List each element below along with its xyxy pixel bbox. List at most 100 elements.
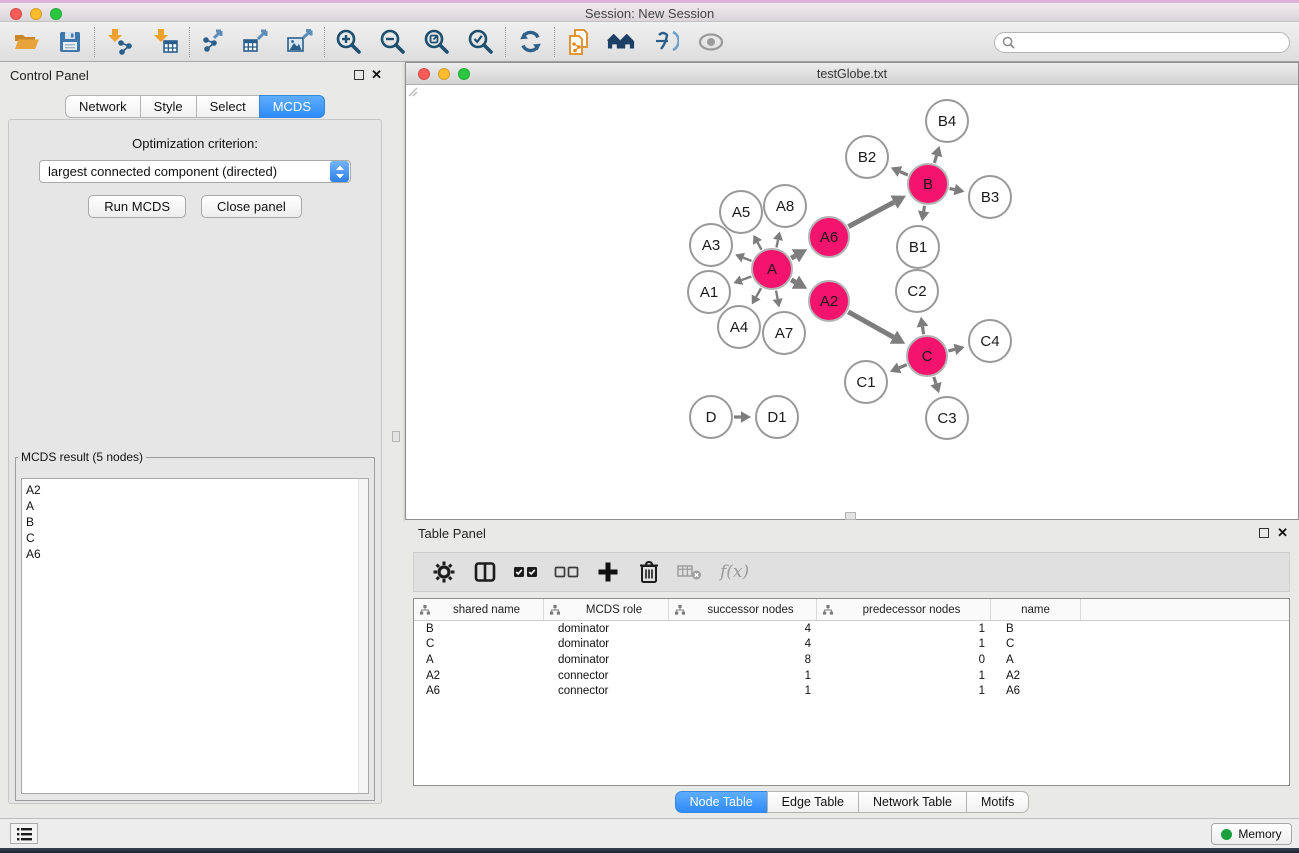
graph-edge-C-C4[interactable] [948,349,954,351]
resize-grip-icon[interactable] [406,85,418,97]
table-row[interactable]: Adominator80A [414,652,1289,668]
double-home-icon[interactable] [607,28,635,56]
table-cell[interactable]: 1 [817,685,991,697]
graph-edge-A-A6[interactable] [791,256,795,258]
table-cell[interactable]: 1 [817,670,991,682]
graph-edge-A-A2[interactable] [791,280,795,282]
table-cell[interactable]: C [414,638,544,650]
table-cell[interactable]: 8 [669,654,817,666]
graph-edge-A-A7[interactable] [776,291,778,299]
graph-edge-B-B1[interactable] [924,206,925,212]
table-close-icon[interactable]: ✕ [1277,525,1288,541]
tab-select[interactable]: Select [196,95,260,118]
table-tab-network-table[interactable]: Network Table [858,791,967,813]
column-header-shared-name[interactable]: shared name [414,599,544,620]
import-network-icon[interactable] [105,28,133,56]
select-all-icon[interactable] [513,559,539,585]
result-item-c[interactable]: C [26,530,358,546]
graph-edge-B-B4[interactable] [934,156,936,163]
save-session-icon[interactable] [56,28,84,56]
table-cell[interactable]: 1 [669,685,817,697]
column-header-mcds-role[interactable]: MCDS role [544,599,669,620]
table-cell[interactable]: dominator [544,654,669,666]
table-tab-motifs[interactable]: Motifs [966,791,1029,813]
table-cell[interactable]: B [414,623,544,635]
table-cell[interactable]: 4 [669,638,817,650]
network-canvas[interactable]: B4B2BB3A8A5A6A3B1AC2A1A2A4A7C4CC1DD1C3 [406,85,1298,519]
table-row[interactable]: Bdominator41B [414,621,1289,637]
table-cell[interactable]: 1 [817,638,991,650]
memory-button[interactable]: Memory [1211,823,1292,845]
table-row[interactable]: Cdominator41C [414,637,1289,653]
graph-edge-C-C2[interactable] [922,327,923,335]
search-input[interactable] [1019,35,1289,51]
network-graph[interactable]: B4B2BB3A8A5A6A3B1AC2A1A2A4A7C4CC1DD1C3 [406,85,1298,519]
graph-edge-A-A1[interactable] [741,277,751,281]
table-cell[interactable]: C [991,638,1081,650]
table-cell[interactable]: connector [544,685,669,697]
column-header-name[interactable]: name [991,599,1081,620]
float-panel-icon[interactable] [354,70,364,80]
table-float-icon[interactable] [1259,528,1269,538]
table-cell[interactable]: connector [544,670,669,682]
table-cell[interactable]: 1 [817,623,991,635]
result-list-scrollbar[interactable] [358,479,368,793]
result-item-b[interactable]: B [26,514,358,530]
splitter-handle-vertical[interactable] [392,431,400,442]
tab-network[interactable]: Network [65,95,141,118]
add-column-icon[interactable] [595,559,621,585]
table-tab-node-table[interactable]: Node Table [675,791,768,813]
result-item-a2[interactable]: A2 [26,482,358,498]
tab-mcds[interactable]: MCDS [259,95,325,118]
zoom-fit-icon[interactable] [423,28,451,56]
zoom-in-icon[interactable] [335,28,363,56]
table-cell[interactable]: B [991,623,1081,635]
task-history-button[interactable] [10,823,38,844]
column-header-predecessor-nodes[interactable]: predecessor nodes [817,599,991,620]
trash-icon[interactable] [636,559,662,585]
table-cell[interactable]: A2 [991,670,1081,682]
graph-edge-A2-C[interactable] [848,312,893,337]
gear-icon[interactable] [431,559,457,585]
clone-network-icon[interactable] [565,28,593,56]
export-image-icon[interactable] [286,28,314,56]
table-cell[interactable]: A6 [991,685,1081,697]
graph-edge-C-C1[interactable] [899,365,907,368]
table-cell[interactable]: 0 [817,654,991,666]
graph-edge-C-C3[interactable] [934,377,936,384]
close-panel-icon[interactable]: ✕ [371,67,382,83]
graph-edge-A-A8[interactable] [776,240,778,248]
graph-edge-A-A3[interactable] [743,258,751,261]
run-mcds-button[interactable]: Run MCDS [88,195,186,218]
table-cell[interactable]: A2 [414,670,544,682]
table-row[interactable]: A2connector11A2 [414,668,1289,684]
table-cell[interactable]: dominator [544,638,669,650]
zoom-selected-icon[interactable] [467,28,495,56]
result-item-a[interactable]: A [26,498,358,514]
column-view-icon[interactable] [472,559,498,585]
graph-edge-A6-B[interactable] [848,202,894,226]
zoom-out-icon[interactable] [379,28,407,56]
column-header-successor-nodes[interactable]: successor nodes [669,599,817,620]
table-tab-edge-table[interactable]: Edge Table [767,791,859,813]
refresh-icon[interactable] [516,28,544,56]
table-cell[interactable]: 1 [669,670,817,682]
tab-style[interactable]: Style [140,95,197,118]
table-cell[interactable]: A6 [414,685,544,697]
criterion-dropdown[interactable]: largest connected component (directed) [39,160,351,183]
hide-labels-icon[interactable] [651,28,679,56]
export-table-icon[interactable] [242,28,270,56]
result-item-a6[interactable]: A6 [26,546,358,562]
table-cell[interactable]: 4 [669,623,817,635]
export-network-icon[interactable] [200,28,228,56]
close-panel-button[interactable]: Close panel [201,195,302,218]
graph-edge-B-B2[interactable] [900,172,908,175]
deselect-all-icon[interactable] [554,559,580,585]
open-session-icon[interactable] [12,28,40,56]
table-cell[interactable]: dominator [544,623,669,635]
import-table-icon[interactable] [151,28,179,56]
splitter-handle-horizontal[interactable] [845,512,856,520]
table-cell[interactable]: A [414,654,544,666]
table-row[interactable]: A6connector11A6 [414,683,1289,699]
graph-edge-A-A4[interactable] [756,288,761,297]
